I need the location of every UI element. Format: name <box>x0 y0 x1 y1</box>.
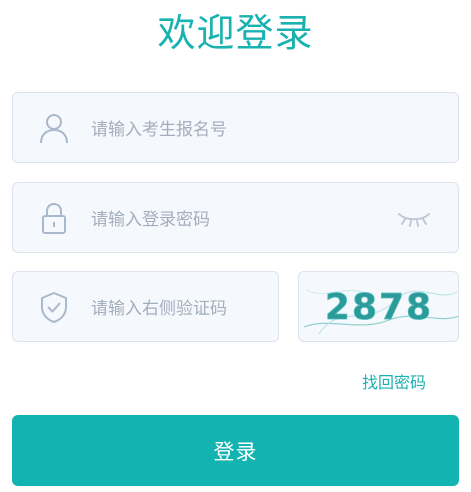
candidate-number-field[interactable]: 请输入考生报名号 <box>12 92 459 163</box>
candidate-number-placeholder: 请输入考生报名号 <box>91 120 227 140</box>
lock-icon <box>37 201 71 235</box>
forgot-password-link[interactable]: 找回密码 <box>362 369 426 393</box>
shield-check-icon <box>37 290 71 324</box>
captcha-placeholder: 请输入右侧验证码 <box>91 299 227 319</box>
captcha-text: 2878 <box>325 287 433 328</box>
password-field[interactable]: 请输入登录密码 <box>12 182 459 253</box>
eye-closed-icon[interactable] <box>396 211 432 227</box>
captcha-image[interactable]: 2878 <box>298 271 459 342</box>
user-icon <box>37 111 71 145</box>
page-title: 欢迎登录 <box>157 11 314 55</box>
captcha-field[interactable]: 请输入右侧验证码 <box>12 271 279 342</box>
password-placeholder: 请输入登录密码 <box>91 210 210 230</box>
login-button[interactable]: 登录 <box>12 415 459 486</box>
